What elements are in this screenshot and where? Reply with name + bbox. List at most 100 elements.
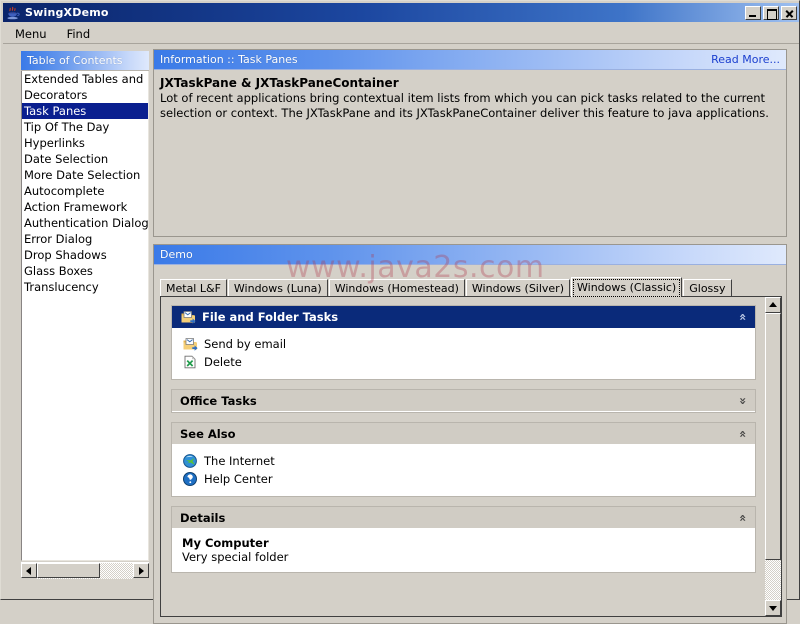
toc-item-1[interactable]: Decorators (22, 87, 148, 103)
delete-icon (184, 355, 196, 369)
task-item-label: Help Center (204, 472, 273, 486)
scroll-left-button[interactable] (21, 563, 37, 578)
read-more-link[interactable]: Read More... (711, 53, 780, 66)
toc-item-6[interactable]: More Date Selection (22, 167, 148, 183)
toc-item-8[interactable]: Action Framework (22, 199, 148, 215)
tab-windows-luna[interactable]: Windows (Luna) (227, 279, 328, 297)
tab-metal-l-f[interactable]: Metal L&F (160, 279, 227, 297)
toc-item-5[interactable]: Date Selection (22, 151, 148, 167)
task-item-label: The Internet (204, 454, 275, 468)
detail-title: My Computer (182, 536, 269, 550)
task-pane-office-tasks: Office Tasks » (171, 389, 756, 413)
information-text: Lot of recent applications bring context… (160, 91, 769, 120)
information-title: JXTaskPane & JXTaskPaneContainer (160, 76, 399, 90)
toc-item-label: Task Panes (24, 104, 87, 118)
demo-vertical-scrollbar[interactable] (764, 297, 781, 616)
task-pane-title: See Also (180, 426, 236, 441)
task-pane-body-see-also: The Internet Help Center (172, 445, 755, 496)
toc-item-7[interactable]: Autocomplete (22, 183, 148, 199)
task-item-send-by-email[interactable]: Send by email (182, 335, 745, 353)
folder-tasks-icon (181, 311, 196, 324)
maximize-button[interactable] (763, 5, 779, 20)
toc-hscroll-thumb[interactable] (37, 563, 101, 578)
toc-header: Table of Contents (21, 51, 149, 71)
toc-list[interactable]: Extended Tables and Decorators Task Panes T… (21, 71, 149, 561)
menu-item-find[interactable]: Find (59, 25, 99, 43)
delete-icon (182, 354, 198, 370)
window-title: SwingXDemo (25, 6, 109, 19)
globe-icon (182, 453, 198, 469)
toc-item-label: Authentication Dialogs (24, 216, 148, 230)
chevron-up-icon[interactable]: « (736, 514, 750, 522)
laf-tab-strip[interactable]: Metal L&F Windows (Luna) Windows (Homestea… (160, 277, 782, 297)
task-pane-header-office-tasks[interactable]: Office Tasks » (172, 390, 755, 412)
tab-label: Windows (Classic) (577, 281, 677, 294)
task-pane-header-see-also[interactable]: See Also « (172, 423, 755, 445)
task-pane-title: File and Folder Tasks (202, 310, 339, 324)
chevron-up-icon[interactable]: « (736, 313, 750, 321)
toc-header-label: Table of Contents (27, 54, 123, 67)
toc-item-label: Error Dialog (24, 232, 93, 246)
task-pane-header-file-and-folder-tasks[interactable]: File and Folder Tasks « (172, 306, 755, 328)
toc-item-label: Hyperlinks (24, 136, 85, 150)
scroll-right-button[interactable] (133, 563, 149, 578)
demo-vscroll-track[interactable] (765, 313, 781, 600)
minimize-button[interactable] (745, 5, 761, 20)
toc-item-4[interactable]: Hyperlinks (22, 135, 148, 151)
toc-item-label: Date Selection (24, 152, 109, 166)
task-item-delete[interactable]: Delete (182, 353, 745, 371)
toc-horizontal-scrollbar[interactable] (21, 562, 149, 579)
send-mail-icon (183, 338, 198, 351)
close-button[interactable] (781, 5, 797, 20)
demo-panel: Demo Metal L&F Windows (Luna) Windows (Hom… (153, 244, 787, 624)
task-pane-see-also: See Also « The Internet Help Center (171, 422, 756, 497)
demo-vscroll-thumb[interactable] (765, 313, 781, 560)
toc-item-11[interactable]: Drop Shadows (22, 247, 148, 263)
demo-content-area: File and Folder Tasks « Send by email Delet… (160, 296, 782, 617)
toc-hscroll-track[interactable] (37, 563, 133, 579)
application-window: SwingXDemo Menu Find Table of Contents E… (0, 0, 800, 624)
demo-header-label: Demo (160, 248, 193, 261)
toc-item-label: Translucency (24, 280, 99, 294)
help-icon (182, 471, 198, 487)
help-icon (183, 472, 197, 486)
demo-header: Demo (154, 245, 786, 265)
toc-item-label: Tip Of The Day (24, 120, 110, 134)
toc-item-label: Autocomplete (24, 184, 105, 198)
main-body: Table of Contents Extended Tables and Dec… (3, 45, 799, 624)
toc-item-0[interactable]: Extended Tables and (22, 71, 148, 87)
menu-bar: Menu Find (3, 24, 799, 44)
chevron-down-icon[interactable]: » (736, 397, 750, 405)
task-item-label: Send by email (204, 337, 287, 351)
toc-item-label: More Date Selection (24, 168, 141, 182)
toc-item-12[interactable]: Glass Boxes (22, 263, 148, 279)
chevron-up-icon[interactable]: « (736, 430, 750, 438)
tab-windows-silver[interactable]: Windows (Silver) (465, 279, 570, 297)
tab-label: Windows (Homestead) (334, 282, 459, 295)
task-item-help-center[interactable]: Help Center (182, 470, 745, 488)
tab-label: Glossy (689, 282, 726, 295)
menu-item-menu[interactable]: Menu (7, 25, 55, 43)
tab-windows-classic[interactable]: Windows (Classic) (571, 277, 683, 297)
send-mail-icon (182, 336, 198, 352)
table-of-contents-panel: Table of Contents Extended Tables and Dec… (21, 51, 149, 582)
toc-item-label: Drop Shadows (24, 248, 107, 262)
information-body: JXTaskPane & JXTaskPaneContainer Lot of … (154, 70, 786, 120)
scroll-down-button[interactable] (765, 600, 781, 616)
tab-glossy[interactable]: Glossy (683, 279, 732, 297)
task-pane-title: Office Tasks (180, 393, 257, 408)
toc-item-2[interactable]: Task Panes (22, 103, 148, 119)
toc-item-10[interactable]: Error Dialog (22, 231, 148, 247)
folder-tasks-icon (180, 309, 196, 325)
toc-item-13[interactable]: Translucency (22, 279, 148, 295)
toc-item-3[interactable]: Tip Of The Day (22, 119, 148, 135)
task-pane-header-details[interactable]: Details « (172, 507, 755, 529)
task-item-the-internet[interactable]: The Internet (182, 452, 745, 470)
scroll-up-button[interactable] (765, 297, 781, 313)
toc-item-label: Glass Boxes (24, 264, 93, 278)
task-pane-body-details: My Computer Very special folder (172, 529, 755, 572)
toc-item-9[interactable]: Authentication Dialogs (22, 215, 148, 231)
title-bar: SwingXDemo (3, 3, 799, 22)
globe-icon (183, 454, 197, 468)
tab-windows-homestead[interactable]: Windows (Homestead) (328, 279, 465, 297)
